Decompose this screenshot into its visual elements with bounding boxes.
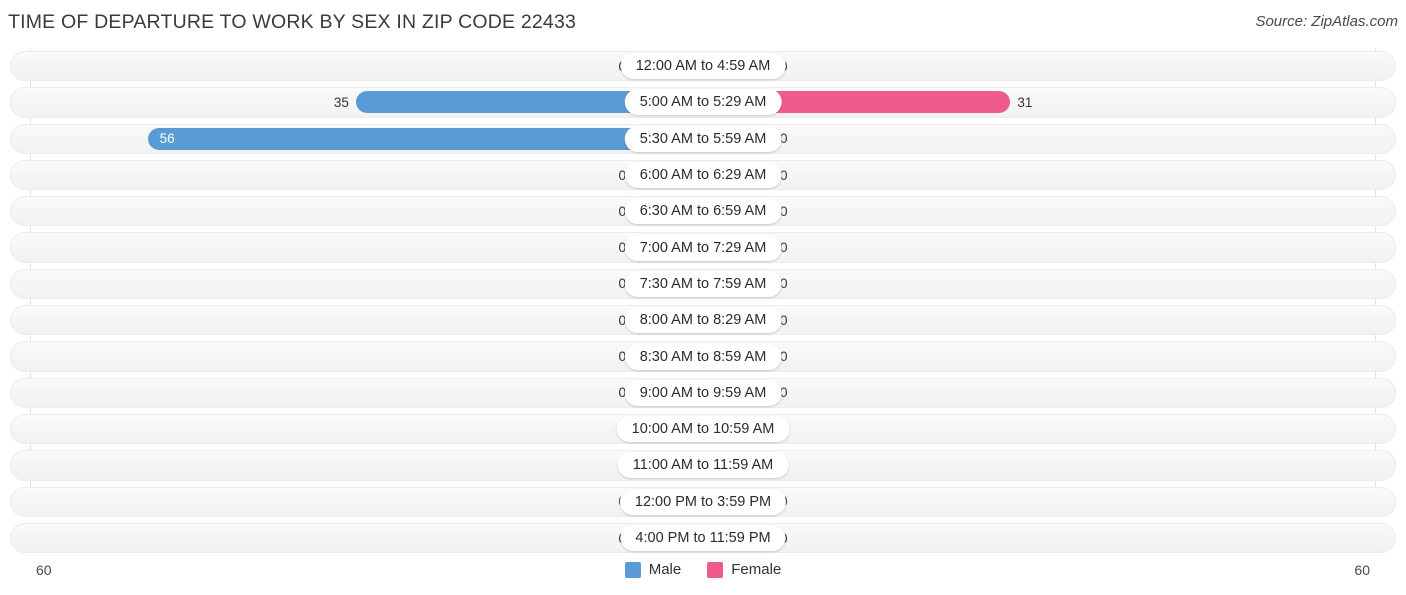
source-attribution: Source: ZipAtlas.com <box>1255 13 1398 30</box>
chart-legend: Male Female <box>0 561 1406 578</box>
bar-row: 0 0 6:00 AM to 6:29 AM <box>0 157 1406 193</box>
male-value-label: 35 <box>333 94 349 110</box>
bar-row: 0012:00 AM to 4:59 AM <box>0 48 1406 84</box>
category-label: 6:30 AM to 6:59 AM <box>624 198 782 225</box>
female-value-label: 31 <box>1017 94 1033 110</box>
category-label: 8:30 AM to 8:59 AM <box>624 343 782 370</box>
legend-label-male: Male <box>648 561 682 578</box>
chart-page: TIME OF DEPARTURE TO WORK BY SEX IN ZIP … <box>0 0 1406 595</box>
bar-rows: 0012:00 AM to 4:59 AM 35 31 5:00 AM to 5:29… <box>0 48 1406 556</box>
bar-row: 0 0 7:30 AM to 7:59 AM <box>0 266 1406 302</box>
bar-row: 0 0 7:00 AM to 7:29 AM <box>0 229 1406 265</box>
category-label: 5:30 AM to 5:59 AM <box>624 125 782 152</box>
bar-row: 0011:00 AM to 11:59 AM <box>0 447 1406 483</box>
category-label: 11:00 AM to 11:59 AM <box>617 452 789 479</box>
category-label: 7:30 AM to 7:59 AM <box>624 270 782 297</box>
male-value-label: 56 <box>159 131 175 147</box>
chart-footer: 60 60 Male Female <box>0 556 1406 595</box>
legend-label-female: Female <box>731 561 782 578</box>
category-label: 9:00 AM to 9:59 AM <box>624 379 782 406</box>
category-label: 10:00 AM to 10:59 AM <box>616 416 790 443</box>
chart-plot-area: 0012:00 AM to 4:59 AM 35 31 5:00 AM to 5:29… <box>0 48 1406 556</box>
bar-row: 0 0 8:00 AM to 8:29 AM <box>0 302 1406 338</box>
chart-header: TIME OF DEPARTURE TO WORK BY SEX IN ZIP … <box>0 0 1406 46</box>
bar-row: 35 31 5:00 AM to 5:29 AM <box>0 84 1406 120</box>
category-label: 7:00 AM to 7:29 AM <box>624 234 782 261</box>
category-label: 4:00 PM to 11:59 PM <box>620 525 786 551</box>
category-label: 8:00 AM to 8:29 AM <box>624 307 782 334</box>
category-label: 5:00 AM to 5:29 AM <box>624 89 782 116</box>
legend-swatch-male-icon <box>624 561 641 578</box>
legend-swatch-female-icon <box>707 561 724 578</box>
category-label: 12:00 PM to 3:59 PM <box>619 488 787 515</box>
legend-item-female[interactable]: Female <box>707 561 781 578</box>
bar-row: 0 0 8:30 AM to 8:59 AM <box>0 338 1406 374</box>
bar-row: 56 0 5:30 AM to 5:59 AM <box>0 121 1406 157</box>
bar-row: 0 0 6:30 AM to 6:59 AM <box>0 193 1406 229</box>
bar-row: 0 0 9:00 AM to 9:59 AM <box>0 375 1406 411</box>
male-half: 56 <box>147 127 703 150</box>
bar-row: 004:00 PM to 11:59 PM <box>0 520 1406 556</box>
category-label: 12:00 AM to 4:59 AM <box>620 53 786 80</box>
legend-item-male[interactable]: Male <box>624 561 682 578</box>
category-label: 6:00 AM to 6:29 AM <box>624 162 782 189</box>
bar-row: 0010:00 AM to 10:59 AM <box>0 411 1406 447</box>
male-bar[interactable]: 56 <box>147 127 703 150</box>
page-title: TIME OF DEPARTURE TO WORK BY SEX IN ZIP … <box>8 11 577 33</box>
bar-row: 0012:00 PM to 3:59 PM <box>0 484 1406 520</box>
